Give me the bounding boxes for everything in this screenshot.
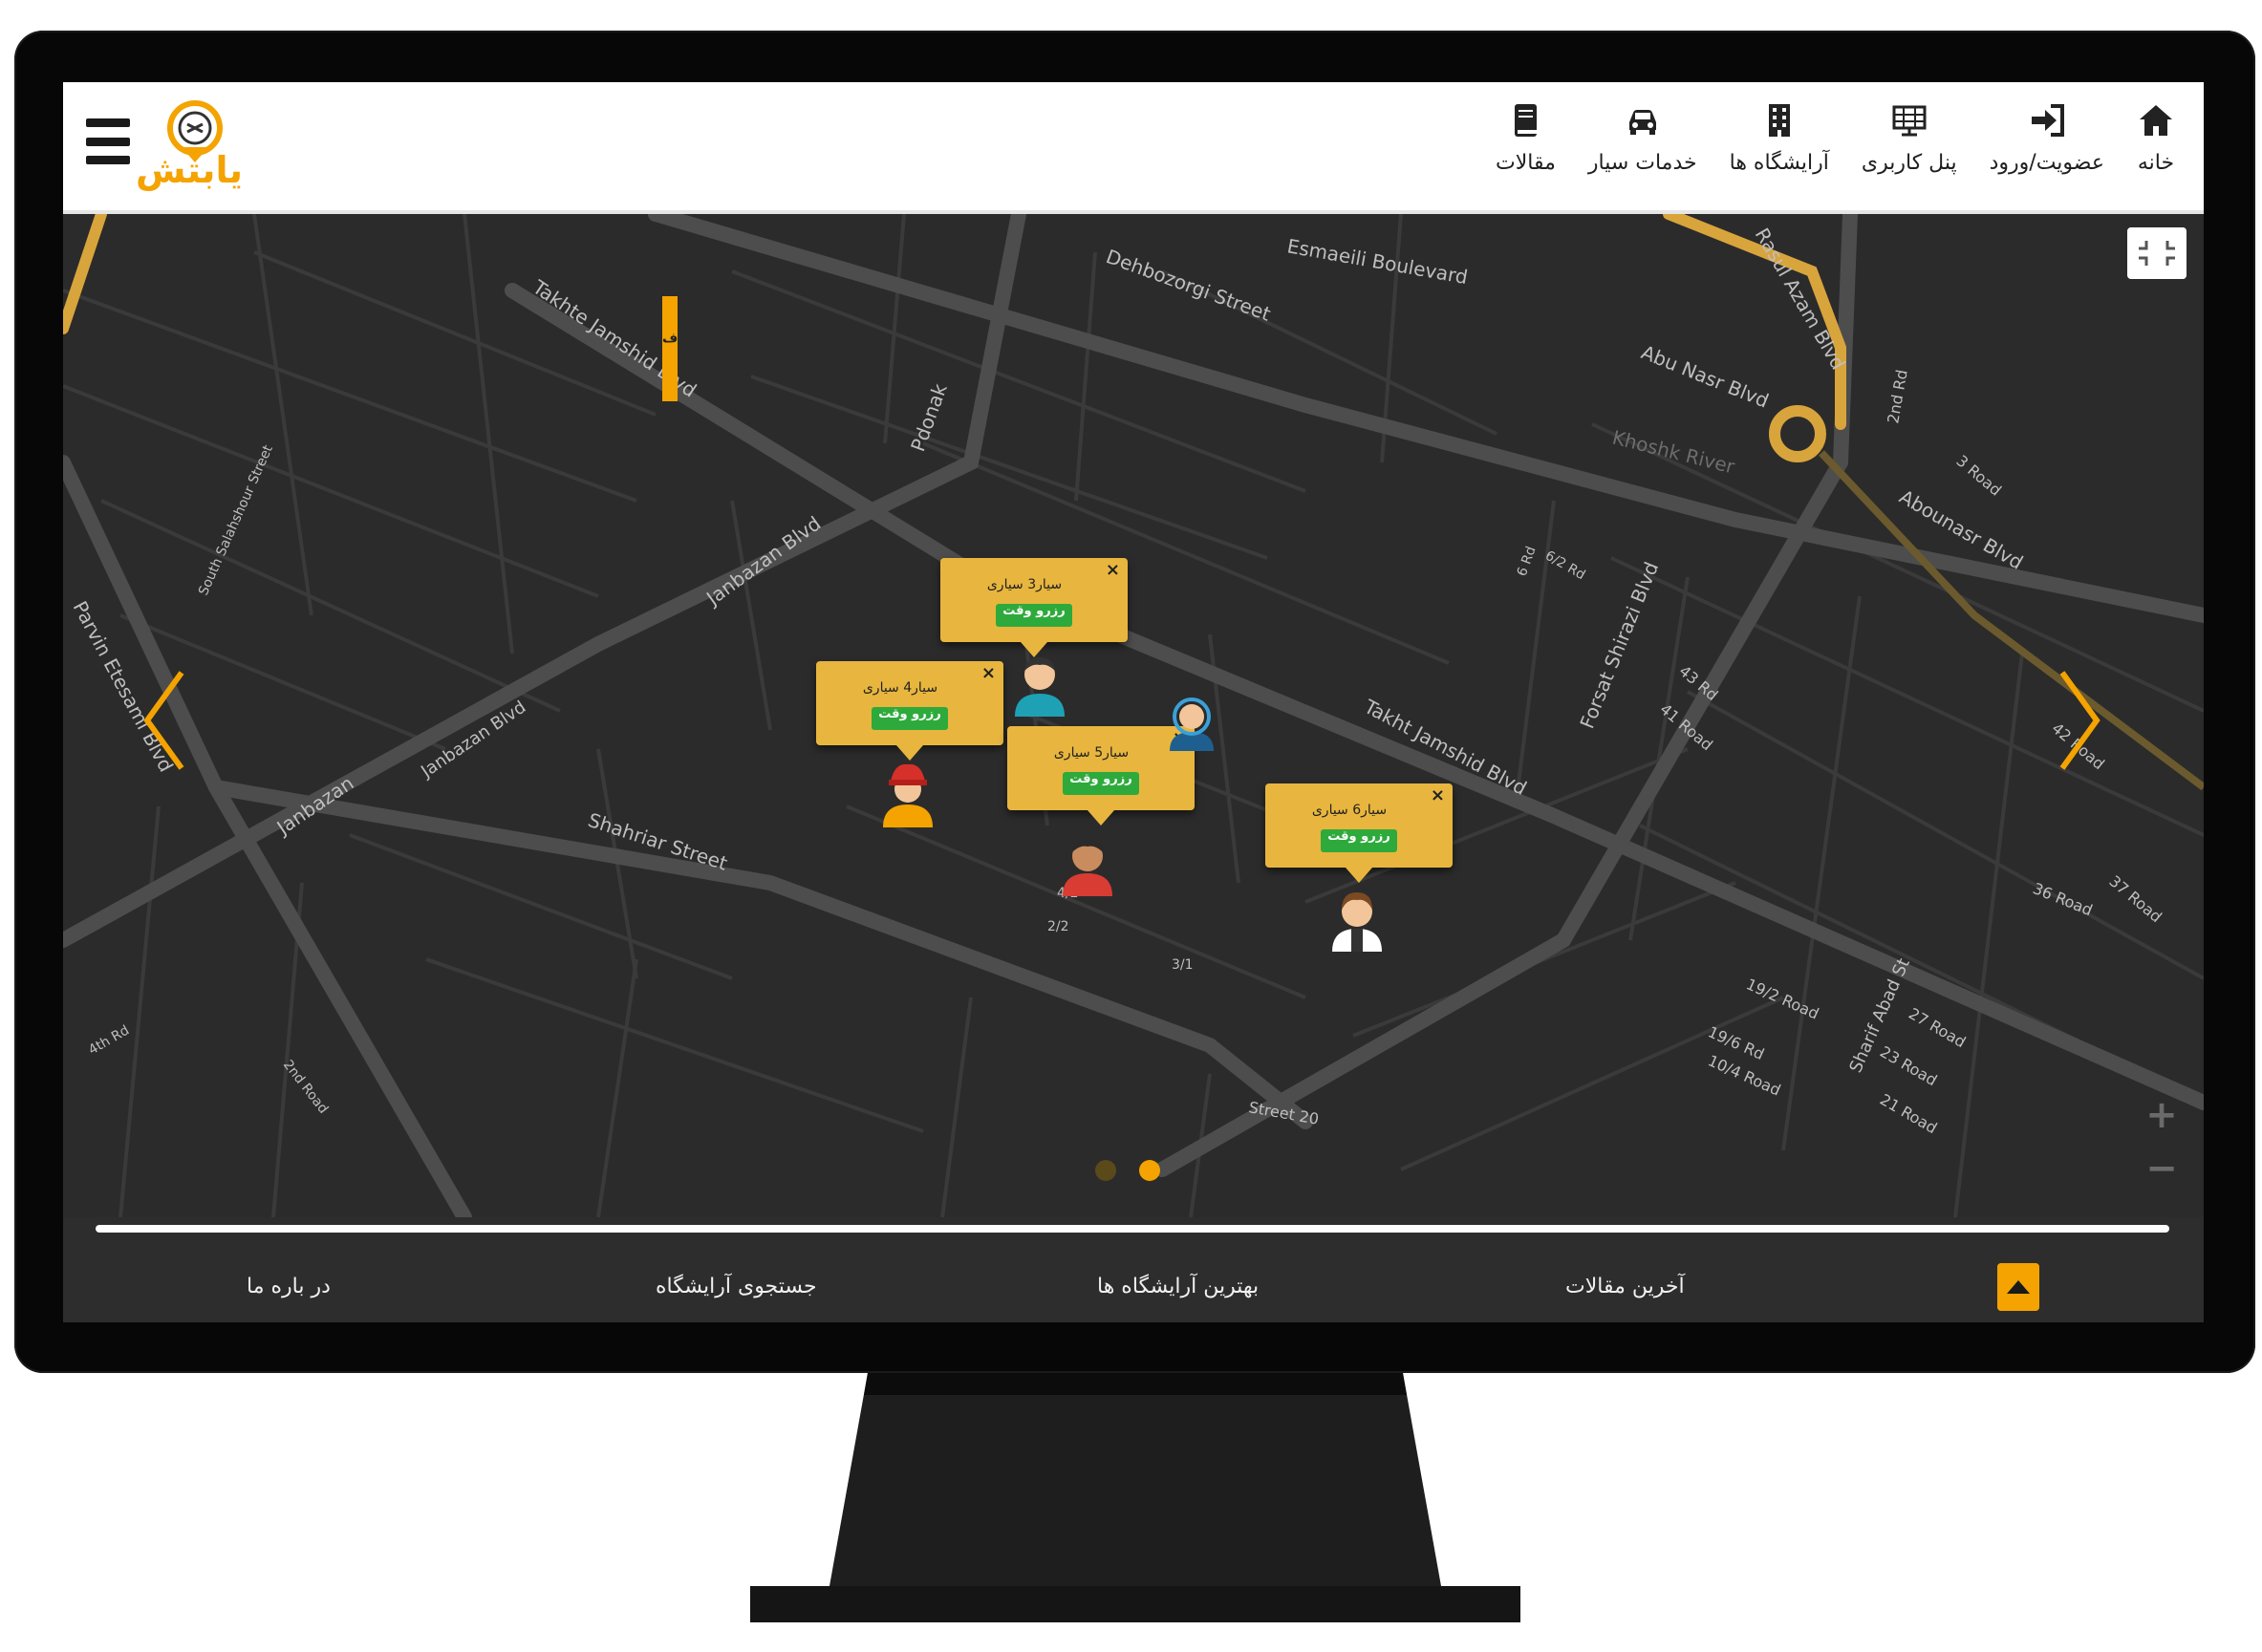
zoom-in-button[interactable]: + <box>2131 1093 2192 1147</box>
book-appointment-button[interactable]: رزرو وقت <box>872 707 948 730</box>
bottom-bar: در باره ما جستجوی آرایشگاه بهترین آرایشگ… <box>63 1217 2204 1322</box>
side-tab[interactable]: ف <box>662 296 678 401</box>
slider-prev-arrow-icon[interactable] <box>136 663 193 778</box>
street-label: 3/1 <box>1172 957 1194 973</box>
nav-label: عضویت/ورود <box>1989 151 2104 175</box>
home-icon <box>2140 105 2172 136</box>
popup-title: سیار4 سیاری <box>862 680 938 696</box>
exit-fullscreen-icon[interactable] <box>2127 227 2187 279</box>
barber-avatar-icon[interactable] <box>1009 650 1070 717</box>
map-view[interactable]: Dehbozorgi Street Esmaeili Boulevard Abu… <box>63 206 2204 1225</box>
nav-item-salons[interactable]: آرایشگاه ها <box>1730 101 1829 175</box>
divider <box>96 1225 2169 1233</box>
map-popup[interactable]: × سیار3 سیاری رزرو وقت <box>940 558 1128 657</box>
zoom-control: + − <box>2131 1093 2192 1200</box>
slider-dot-active[interactable] <box>1139 1160 1160 1181</box>
nav-label: خانه <box>2137 151 2175 175</box>
nav-label: پنل کاربری <box>1861 151 1957 175</box>
nav-item-home[interactable]: خانه <box>2137 101 2175 175</box>
barber-avatar-icon[interactable] <box>1057 829 1118 896</box>
side-tab-letter: ف <box>662 331 679 346</box>
book-appointment-button[interactable]: رزرو وقت <box>1063 772 1139 795</box>
building-icon <box>1768 104 1790 137</box>
zoom-out-button[interactable]: − <box>2131 1147 2192 1200</box>
barber-avatar-icon[interactable] <box>1164 696 1219 751</box>
slider-dot[interactable] <box>1095 1160 1116 1181</box>
nav-item-articles[interactable]: مقالات <box>1496 101 1556 175</box>
top-navbar: یابتش خانه عضویت/ورود پنل کاربری آرایشگا… <box>63 82 2204 214</box>
book-icon <box>1515 104 1538 137</box>
main-nav: خانه عضویت/ورود پنل کاربری آرایشگاه ها خ… <box>1463 101 2175 175</box>
slider-dots <box>1095 1160 1160 1181</box>
sign-in-icon <box>2031 104 2064 137</box>
hamburger-menu-icon[interactable] <box>86 118 130 164</box>
nav-label: خدمات سیار <box>1587 151 1697 175</box>
popup-title: سیار5 سیاری <box>1053 745 1130 761</box>
map-popup[interactable]: × سیار6 سیاری رزرو وقت <box>1265 783 1453 883</box>
brand-logo-text: یابتش <box>135 149 243 191</box>
footer-link-best-salons[interactable]: بهترین آرایشگاه ها <box>1097 1275 1259 1298</box>
street-label: 2/2 <box>1047 919 1069 934</box>
barber-avatar-icon[interactable] <box>1326 885 1388 952</box>
car-icon <box>1628 110 1656 135</box>
slider-next-arrow-icon[interactable] <box>2051 663 2108 778</box>
caret-up-icon[interactable] <box>1997 1263 2039 1311</box>
footer-link-latest-articles[interactable]: آخرین مقالات <box>1565 1275 1685 1298</box>
footer-link-about[interactable]: در باره ما <box>247 1275 331 1298</box>
nav-item-dashboard[interactable]: پنل کاربری <box>1862 101 1957 175</box>
dashboard-icon <box>1892 105 1927 137</box>
nav-label: آرایشگاه ها <box>1729 151 1829 175</box>
nav-item-mobile-services[interactable]: خدمات سیار <box>1588 101 1697 175</box>
book-appointment-button[interactable]: رزرو وقت <box>996 604 1072 627</box>
popup-title: سیار3 سیاری <box>986 577 1063 592</box>
popup-title: سیار6 سیاری <box>1311 803 1388 818</box>
screen: یابتش خانه عضویت/ورود پنل کاربری آرایشگا… <box>63 82 2204 1322</box>
barber-avatar-icon[interactable] <box>877 761 938 827</box>
map-popup[interactable]: × سیار4 سیاری رزرو وقت <box>816 661 1003 761</box>
footer-link-search-salon[interactable]: جستجوی آرایشگاه <box>656 1275 817 1298</box>
book-appointment-button[interactable]: رزرو وقت <box>1321 829 1397 852</box>
nav-item-login[interactable]: عضویت/ورود <box>1990 101 2104 175</box>
nav-label: مقالات <box>1496 151 1556 175</box>
map-canvas[interactable]: Dehbozorgi Street Esmaeili Boulevard Abu… <box>63 206 2204 1225</box>
